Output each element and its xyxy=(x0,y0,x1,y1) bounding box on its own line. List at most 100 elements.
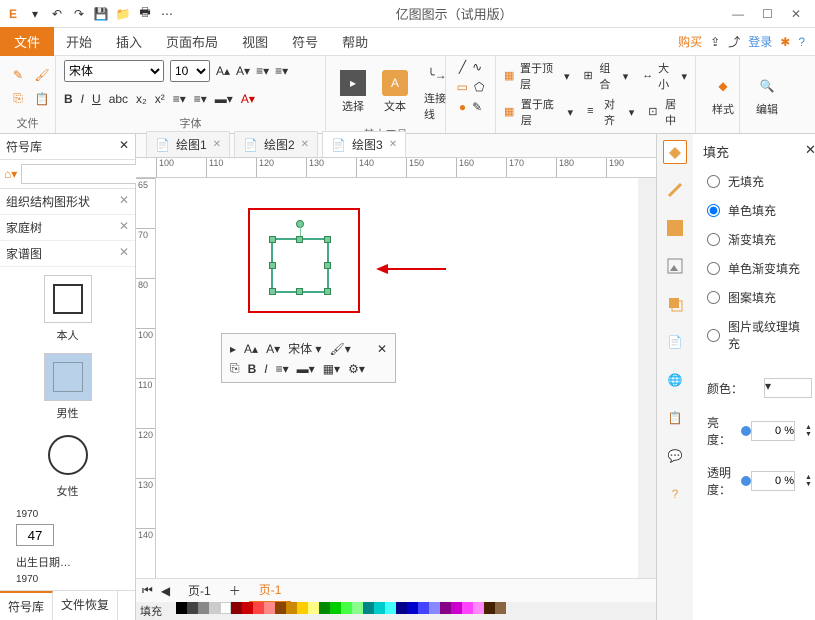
layer-tab-icon[interactable] xyxy=(663,292,687,316)
pagetab-add-icon[interactable]: ＋ xyxy=(229,582,241,599)
fill-gradient-radio[interactable] xyxy=(707,233,720,246)
floating-toolbar[interactable]: ▸ A▴ A▾ 宋体 ▾ 🖌▾ ✕ ⎘ B I ≡▾ ▬▾ ▦▾ xyxy=(221,333,396,383)
color-picker[interactable]: ▾ xyxy=(764,378,812,398)
group-button[interactable]: ⊞组合▾ xyxy=(583,60,628,92)
menu-help[interactable]: 帮助 xyxy=(330,27,380,56)
pagetab-1b[interactable]: 页-1 xyxy=(249,578,292,603)
format-painter-icon[interactable]: ✎ xyxy=(8,65,28,85)
login-link[interactable]: 登录 xyxy=(748,33,772,50)
tab-recovery[interactable]: 文件恢复 xyxy=(53,591,118,620)
rect-icon[interactable]: ▭ xyxy=(457,80,468,94)
ft-opts-icon[interactable]: ⚙▾ xyxy=(348,362,365,376)
polygon-icon[interactable]: ⬠ xyxy=(474,80,484,94)
send-back-button[interactable]: ▦置于底层▾ xyxy=(504,96,573,128)
ft-italic-icon[interactable]: I xyxy=(264,362,267,376)
ft-align-icon[interactable]: ≡▾ xyxy=(276,362,289,376)
symbol-close-icon[interactable]: ✕ xyxy=(119,138,129,155)
notes-tab-icon[interactable]: 📋 xyxy=(663,406,687,430)
selected-shape[interactable] xyxy=(271,238,329,293)
line-tab-icon[interactable] xyxy=(663,178,687,202)
fill-none-radio[interactable] xyxy=(707,175,720,188)
export-icon[interactable]: ⤴ xyxy=(728,33,740,50)
increase-font-icon[interactable]: A▴ xyxy=(216,64,230,78)
highlight-button[interactable]: ▬▾ xyxy=(215,92,233,106)
shape-male[interactable]: 男性 xyxy=(8,353,127,421)
fill-monograd-radio[interactable] xyxy=(707,262,720,275)
subscript-button[interactable]: x₂ xyxy=(136,92,147,106)
cat-genealogy[interactable]: 家谱图✕ xyxy=(0,241,135,267)
shape-self[interactable]: 本人 xyxy=(8,275,127,343)
help-tab-icon[interactable]: ? xyxy=(663,482,687,506)
web-tab-icon[interactable]: 🌐 xyxy=(663,368,687,392)
menu-symbol[interactable]: 符号 xyxy=(280,27,330,56)
pencil-icon[interactable]: ✎ xyxy=(472,100,482,114)
curve-icon[interactable]: ∿ xyxy=(472,60,482,74)
open-icon[interactable]: 📁 xyxy=(114,5,132,23)
copy-icon[interactable]: ⎘ xyxy=(8,89,28,109)
fill-tab-icon[interactable] xyxy=(663,140,687,164)
brush-icon[interactable]: 🖌 xyxy=(32,65,52,85)
strike-button[interactable]: abc xyxy=(109,92,128,106)
edit-button[interactable]: 🔍编辑 xyxy=(748,71,786,119)
menu-layout[interactable]: 页面布局 xyxy=(154,27,230,56)
undo-icon[interactable]: ↶ xyxy=(48,5,66,23)
fill-pattern-radio[interactable] xyxy=(707,291,720,304)
fontcolor-button[interactable]: A▾ xyxy=(241,92,255,106)
new-icon[interactable]: ▾ xyxy=(26,5,44,23)
color-palette[interactable]: 填充 xyxy=(136,602,656,620)
bring-front-button[interactable]: ▦置于顶层▾ xyxy=(504,60,569,92)
maximize-icon[interactable]: ☐ xyxy=(762,7,773,21)
pagetab-first-icon[interactable]: ⏮ xyxy=(142,583,153,598)
cat-orgchart[interactable]: 组织结构图形状✕ xyxy=(0,189,135,215)
doctab-3[interactable]: 📄绘图3✕ xyxy=(322,131,406,157)
cat-familytree[interactable]: 家庭树✕ xyxy=(0,215,135,241)
ft-bold-icon[interactable]: B xyxy=(248,362,257,376)
fontsize-select[interactable]: 10 xyxy=(170,60,210,82)
file-menu[interactable]: 文件 xyxy=(0,27,54,56)
style-button[interactable]: ◆样式 xyxy=(704,71,742,119)
comment-tab-icon[interactable]: 💬 xyxy=(663,444,687,468)
menu-start[interactable]: 开始 xyxy=(54,27,104,56)
close-icon[interactable]: ✕ xyxy=(791,7,801,21)
fill-solid-radio[interactable] xyxy=(707,204,720,217)
ft-more-icon[interactable]: ▦▾ xyxy=(323,362,340,376)
superscript-button[interactable]: x² xyxy=(155,92,165,106)
circle-icon[interactable]: ● xyxy=(459,100,466,114)
redo-icon[interactable]: ↷ xyxy=(70,5,88,23)
select-tool[interactable]: ▸ 选择 xyxy=(334,68,372,116)
brightness-stepper[interactable]: ▲▼ xyxy=(805,424,812,438)
num-input[interactable] xyxy=(16,524,54,546)
menu-insert[interactable]: 插入 xyxy=(104,27,154,56)
line-icon[interactable]: ╱ xyxy=(459,60,466,74)
text-tool[interactable]: A 文本 xyxy=(376,68,414,116)
canvas-page[interactable]: ▸ A▴ A▾ 宋体 ▾ 🖌▾ ✕ ⎘ B I ≡▾ ▬▾ ▦▾ xyxy=(156,178,638,578)
paste-icon[interactable]: 📋 xyxy=(32,89,52,109)
more-icon[interactable]: ⋯ xyxy=(158,5,176,23)
shape-female[interactable]: 女性 xyxy=(8,431,127,499)
ft-close-icon[interactable]: ✕ xyxy=(377,342,387,356)
tab-symbols[interactable]: 符号库 xyxy=(0,591,53,620)
print-icon[interactable]: 🖶 xyxy=(136,5,154,23)
doctab-1[interactable]: 📄绘图1✕ xyxy=(146,131,230,157)
menu-view[interactable]: 视图 xyxy=(230,27,280,56)
image-tab-icon[interactable] xyxy=(663,254,687,278)
brightness-input[interactable] xyxy=(751,421,795,441)
save-icon[interactable]: 💾 xyxy=(92,5,110,23)
bold-button[interactable]: B xyxy=(64,92,73,106)
ft-fill-icon[interactable]: ▬▾ xyxy=(297,362,315,376)
fill-picture-radio[interactable] xyxy=(707,329,720,342)
underline-button[interactable]: U xyxy=(92,92,101,106)
pagetab-prev-icon[interactable]: ◀ xyxy=(161,584,170,598)
minimize-icon[interactable]: — xyxy=(732,7,744,21)
opacity-stepper[interactable]: ▲▼ xyxy=(805,474,812,488)
align-icon[interactable]: ≡▾ xyxy=(275,64,288,78)
ft-copy-icon[interactable]: ⎘ xyxy=(230,361,240,376)
doctab-2[interactable]: 📄绘图2✕ xyxy=(234,131,318,157)
page-tab-icon[interactable]: 📄 xyxy=(663,330,687,354)
shadow-tab-icon[interactable] xyxy=(663,216,687,240)
buy-link[interactable]: 购买 xyxy=(678,33,702,50)
ft-fontdec-icon[interactable]: A▾ xyxy=(266,342,280,356)
font-select[interactable]: 宋体 xyxy=(64,60,164,82)
apps-icon[interactable]: ✱ xyxy=(780,35,790,49)
opacity-input[interactable] xyxy=(751,471,795,491)
